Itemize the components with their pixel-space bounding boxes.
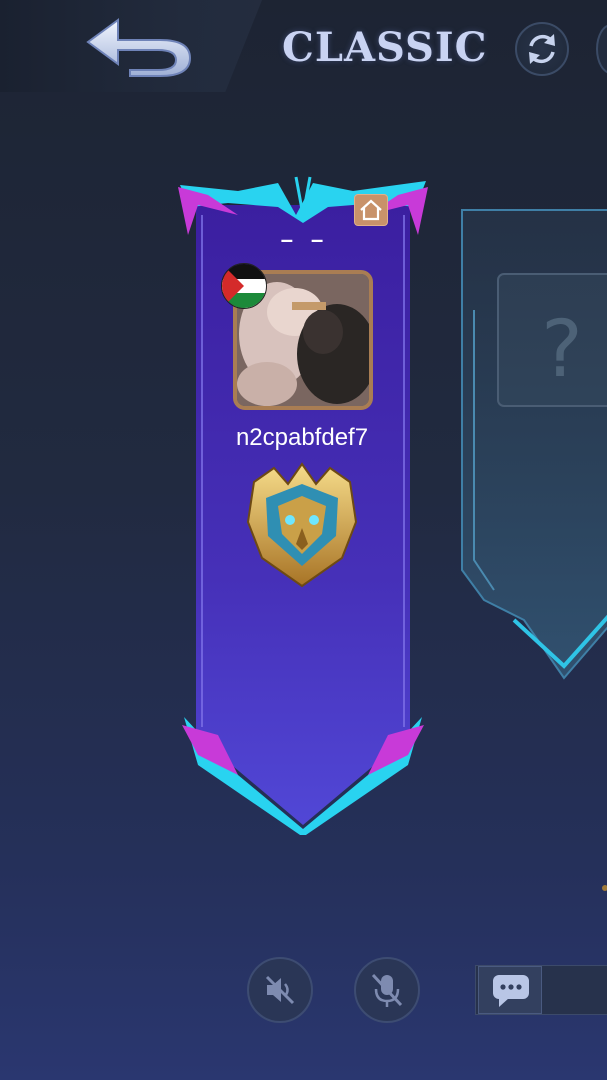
mythic-rank-emblem-icon (246, 462, 358, 588)
edge-indicator-dot (602, 885, 607, 891)
back-button[interactable] (80, 12, 200, 80)
refresh-button[interactable] (515, 22, 569, 76)
home-icon (360, 199, 382, 221)
refresh-icon (529, 34, 555, 64)
mode-title: CLASSIC (282, 24, 488, 71)
microphone-muted-icon (371, 973, 403, 1007)
player-name: n2cpabfdef7 (235, 424, 369, 451)
microphone-mute-button[interactable] (354, 957, 420, 1023)
palestine-flag-icon (221, 263, 267, 309)
speaker-mute-button[interactable] (247, 957, 313, 1023)
speaker-muted-icon (265, 975, 295, 1005)
home-badge[interactable] (354, 194, 388, 226)
top-bar: CLASSIC (0, 0, 607, 92)
back-arrow-icon (86, 18, 192, 77)
player-status-text: – – (280, 227, 330, 252)
chat-button[interactable] (478, 966, 542, 1014)
empty-slot-question-mark: ? (541, 305, 582, 395)
partial-edge-button[interactable] (596, 24, 607, 74)
empty-player-slot[interactable]: ? (454, 200, 607, 680)
chat-bubble-icon (493, 975, 529, 1007)
